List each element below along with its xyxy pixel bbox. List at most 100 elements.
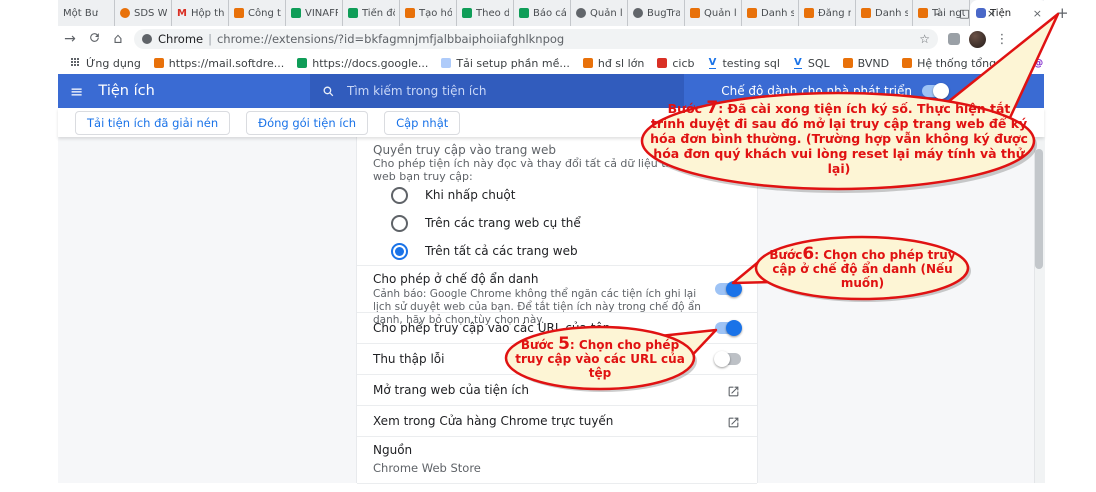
source-title: Nguồn <box>373 443 741 457</box>
tab[interactable]: Tiến độ <box>343 0 400 26</box>
bookmark[interactable]: BVND <box>843 57 889 70</box>
invoice-favicon <box>804 8 814 18</box>
load-unpacked-button[interactable]: Tải tiện ích đã giải nén <box>75 111 230 135</box>
tab[interactable]: Quản lý <box>571 0 628 26</box>
tab-label: Quản lý <box>704 8 737 19</box>
tab[interactable]: Hộp th <box>172 0 229 26</box>
search-input[interactable] <box>345 83 629 99</box>
extensions-page-body: Quyền truy cập vào trang web Cho phép ti… <box>58 137 1044 483</box>
home-icon[interactable]: ⌂ <box>106 31 130 47</box>
radio-option-on-click[interactable]: Khi nhấp chuột <box>357 181 757 209</box>
site-access-description: Cho phép tiện ích này đọc và thay đổi tấ… <box>357 157 757 181</box>
developer-mode-toggle[interactable] <box>922 85 948 97</box>
maximize-button[interactable]: □ <box>951 7 978 20</box>
bookmark-label: Hệ thống tổng hợp <box>917 57 1020 70</box>
tab[interactable]: Danh s <box>742 0 799 26</box>
extensions-header: ≡ Tiện ích Chế độ dành cho nhà phát triể… <box>58 74 1044 108</box>
profile-avatar[interactable] <box>969 31 986 48</box>
page-info-icon[interactable] <box>142 34 152 44</box>
incognito-toggle[interactable] <box>715 283 741 295</box>
bookmark[interactable]: cicb <box>657 57 694 70</box>
developer-mode-label: Chế độ dành cho nhà phát triển <box>721 74 912 108</box>
menu-hamburger-icon[interactable]: ≡ <box>70 82 83 101</box>
tab[interactable]: SDS We <box>115 0 172 26</box>
tab[interactable]: Báo cá <box>514 0 571 26</box>
bookmark[interactable]: 13 câu lệnh SQL qu... <box>1033 57 1044 70</box>
tab[interactable]: Quản lý <box>685 0 742 26</box>
extensions-search[interactable] <box>310 74 684 108</box>
bookmark[interactable]: Hệ thống tổng hợp <box>902 57 1020 70</box>
bookmark-label: testing sql <box>722 57 779 70</box>
bookmark-star-icon[interactable]: ☆ <box>919 32 930 46</box>
extension-detail-card: Quyền truy cập vào trang web Cho phép ti… <box>356 137 758 483</box>
browser-window: Một Bư SDS We Hộp th Công ty VINAFR Tiến… <box>58 0 1044 483</box>
radio-option-specific-sites[interactable]: Trên các trang web cụ thể <box>357 209 757 237</box>
close-button[interactable]: × <box>978 7 1005 20</box>
bookmark-favicon <box>583 58 593 68</box>
scrollbar-thumb[interactable] <box>1035 149 1043 269</box>
file-urls-label: Cho phép truy cập vào các URL của tệp <box>373 321 610 335</box>
radio-label: Trên tất cả các trang web <box>425 244 578 258</box>
view-in-store-label: Xem trong Cửa hàng Chrome trực tuyến <box>373 414 613 428</box>
globe-favicon <box>576 8 586 18</box>
pack-extension-button[interactable]: Đóng gói tiện ích <box>246 111 368 135</box>
radio-selected-icon[interactable] <box>391 243 408 260</box>
tab[interactable]: VINAFR <box>286 0 343 26</box>
tab-label: Hộp th <box>191 8 224 19</box>
tab-label: Tiến độ <box>362 8 395 19</box>
extension-toolbar-icon[interactable] <box>948 33 960 45</box>
invoice-favicon <box>690 8 700 18</box>
tab[interactable]: Danh s <box>856 0 913 26</box>
bookmark-favicon <box>441 58 451 68</box>
chrome-menu-icon[interactable]: ⋮ <box>995 32 1009 47</box>
open-in-new-icon[interactable] <box>727 383 741 397</box>
minimize-button[interactable]: – <box>924 7 951 20</box>
omnibox[interactable]: Chrome|chrome://extensions/?id=bkfagmnjm… <box>134 29 938 49</box>
tab-label: SDS We <box>134 8 167 19</box>
apps-grid-icon <box>71 58 81 68</box>
view-in-store-row[interactable]: Xem trong Cửa hàng Chrome trực tuyến <box>357 406 757 436</box>
incognito-row: Cho phép ở chế độ ẩn danh Cảnh báo: Goog… <box>357 266 757 312</box>
sheets-favicon <box>291 8 301 18</box>
bookmark-label: https://docs.google... <box>312 57 428 70</box>
tab[interactable]: Theo d <box>457 0 514 26</box>
window-controls: – □ × <box>924 0 1066 26</box>
bookmark[interactable]: hđ sl lớn <box>583 57 645 70</box>
bookmark[interactable]: https://docs.google... <box>297 57 428 70</box>
tab[interactable]: Công ty <box>229 0 286 26</box>
source-row: Nguồn Chrome Web Store <box>357 437 757 483</box>
update-button[interactable]: Cập nhật <box>384 111 460 135</box>
radio-icon[interactable] <box>391 215 408 232</box>
url-text: Chrome|chrome://extensions/?id=bkfagmnjm… <box>158 32 564 46</box>
radio-icon[interactable] <box>391 187 408 204</box>
globe-favicon <box>633 8 643 18</box>
bookmark[interactable]: https://mail.softdre... <box>154 57 284 70</box>
invoice-favicon <box>234 8 244 18</box>
bookmark-apps[interactable]: Ứng dụng <box>71 57 141 70</box>
bookmark[interactable]: SQL <box>793 57 830 70</box>
invoice-favicon <box>861 8 871 18</box>
error-collection-label: Thu thập lỗi <box>373 352 444 366</box>
reload-icon[interactable] <box>82 31 106 48</box>
bookmark-label: hđ sl lớn <box>598 57 645 70</box>
tab[interactable]: Đăng n <box>799 0 856 26</box>
bookmark-favicon <box>154 58 164 68</box>
open-website-row[interactable]: Mở trang web của tiện ích <box>357 375 757 405</box>
browser-toolbar: → ⌂ Chrome|chrome://extensions/?id=bkfag… <box>58 26 1044 52</box>
tab-label: Báo cá <box>533 8 566 19</box>
tab-label: Theo d <box>476 8 509 19</box>
radio-option-all-sites[interactable]: Trên tất cả các trang web <box>357 237 757 265</box>
tab-label: Danh s <box>761 8 794 19</box>
forward-icon[interactable]: → <box>58 31 82 47</box>
file-urls-toggle[interactable] <box>715 322 741 334</box>
tab-label: Công ty <box>248 8 281 19</box>
bookmark[interactable]: testing sql <box>707 57 779 70</box>
bookmark[interactable]: Tải setup phần mề... <box>441 57 569 70</box>
tab-label: Quản lý <box>590 8 623 19</box>
open-in-new-icon[interactable] <box>727 414 741 428</box>
sheets-favicon <box>462 8 472 18</box>
tab[interactable]: Tạo hó <box>400 0 457 26</box>
error-collection-toggle[interactable] <box>715 353 741 365</box>
tab[interactable]: Một Bư <box>58 0 115 26</box>
tab[interactable]: BugTra <box>628 0 685 26</box>
